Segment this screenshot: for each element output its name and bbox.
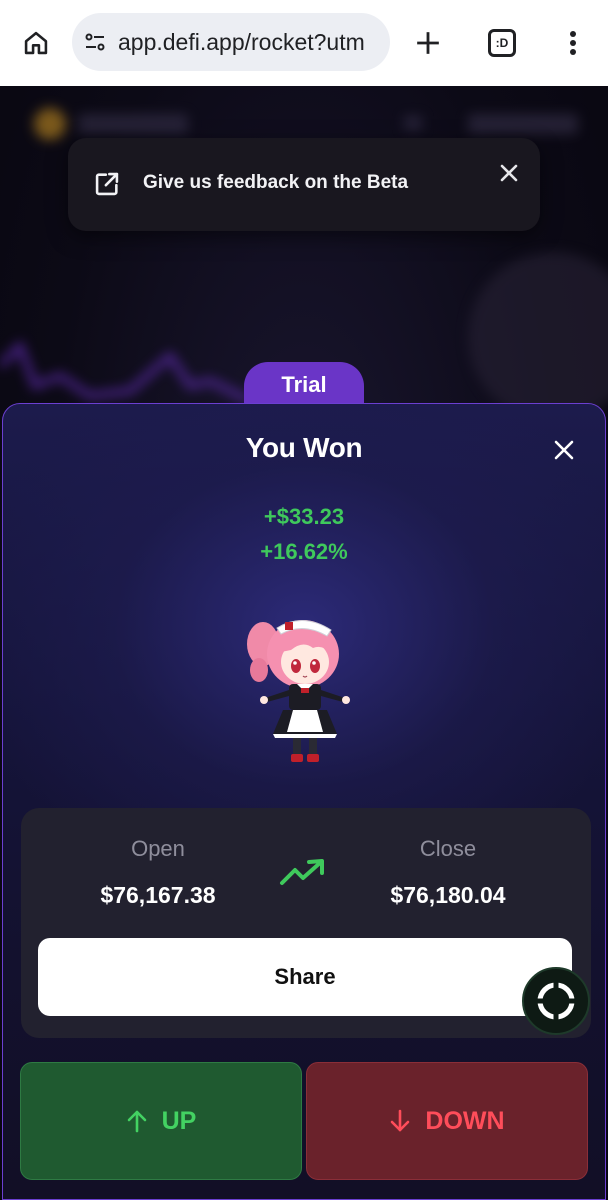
browser-toolbar: app.defi.app/rocket?utm :D [0, 0, 608, 86]
arrow-down-icon [391, 1109, 410, 1132]
arrow-up-icon [127, 1110, 146, 1133]
external-link-icon [95, 172, 119, 196]
trade-summary-card: Open $76,167.38 Close $76,180.04 Share [21, 808, 591, 1038]
toast-close-button[interactable] [494, 158, 524, 188]
up-button-label: UP [161, 1106, 197, 1135]
share-button-label: Share [274, 964, 336, 989]
chevron-down-icon [404, 116, 422, 130]
profit-percent: +16.62% [260, 539, 348, 564]
close-icon [554, 440, 574, 460]
new-tab-button[interactable] [404, 19, 452, 67]
tabs-icon: :D [488, 29, 516, 57]
blurred-avatar [468, 252, 608, 422]
close-label: Close [419, 836, 477, 861]
home-icon [24, 31, 48, 55]
floating-action-button[interactable] [522, 967, 590, 1035]
home-button[interactable] [12, 19, 60, 67]
site-settings-button[interactable] [72, 13, 118, 71]
address-bar[interactable]: app.defi.app/rocket?utm [72, 13, 390, 71]
blurred-ticker [78, 114, 188, 134]
share-button[interactable]: Share [38, 938, 572, 1016]
open-price: $76,167.38 [100, 882, 216, 908]
plus-icon [417, 32, 439, 54]
tune-icon [85, 33, 105, 51]
down-button[interactable]: DOWN [306, 1062, 588, 1180]
trending-up-icon [280, 859, 324, 885]
tab-switcher-button[interactable]: :D [478, 19, 526, 67]
more-vert-icon [570, 31, 576, 55]
profit-amount: +$33.23 [263, 504, 345, 529]
result-title: You Won [245, 432, 363, 463]
coin-icon [34, 108, 66, 140]
close-icon [500, 164, 518, 182]
result-close-button[interactable] [548, 434, 580, 466]
browser-menu-button[interactable] [549, 19, 597, 67]
open-label: Open [131, 836, 185, 861]
down-button-label: DOWN [425, 1106, 505, 1135]
target-icon [536, 981, 576, 1021]
blurred-header-right [468, 114, 578, 134]
url-text: app.defi.app/rocket?utm [118, 28, 365, 55]
mascot-character-image [247, 620, 350, 762]
feedback-toast[interactable]: Give us feedback on the Beta [68, 138, 540, 231]
up-button[interactable]: UP [20, 1062, 302, 1180]
close-price: $76,180.04 [390, 882, 506, 908]
toast-message: Give us feedback on the Beta [143, 172, 409, 193]
